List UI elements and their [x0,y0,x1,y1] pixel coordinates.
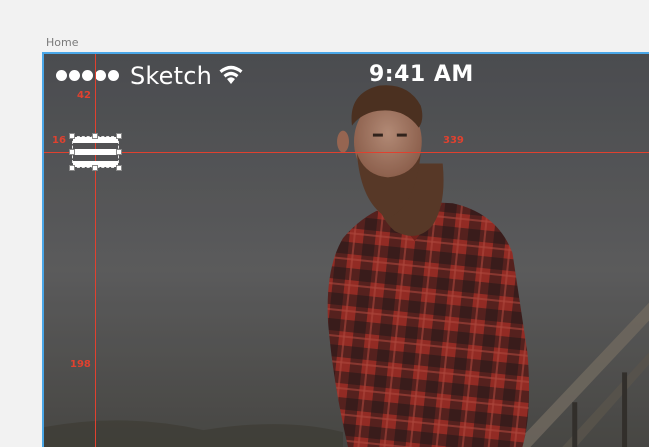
signal-strength-icon [56,70,119,81]
resize-handle-top[interactable] [92,133,98,139]
resize-handle-top-left[interactable] [69,133,75,139]
vertical-guide-line [95,54,96,447]
resize-handle-left[interactable] [69,149,75,155]
resize-handle-bottom-left[interactable] [69,165,75,171]
measure-bottom: 198 [70,359,91,370]
status-time: 9:41 AM [369,62,474,87]
background-photo [44,54,649,447]
carrier-name: Sketch [130,62,213,90]
wifi-icon [219,65,243,84]
menu-bar-middle [73,149,118,155]
resize-handle-bottom-right[interactable] [116,165,122,171]
resize-handle-top-right[interactable] [116,133,122,139]
ios-status-bar: Sketch 9:41 AM [44,54,649,96]
hamburger-menu-icon[interactable] [69,133,122,171]
artboard-name[interactable]: Home [46,36,78,49]
resize-handle-right[interactable] [116,149,122,155]
horizontal-guide-line [44,152,649,153]
measure-top: 42 [77,90,91,101]
measure-right: 339 [443,135,464,146]
measure-left: 16 [52,135,66,146]
resize-handle-bottom[interactable] [92,165,98,171]
artboard-home[interactable]: Sketch 9:41 AM 42 16 339 198 [42,52,649,447]
